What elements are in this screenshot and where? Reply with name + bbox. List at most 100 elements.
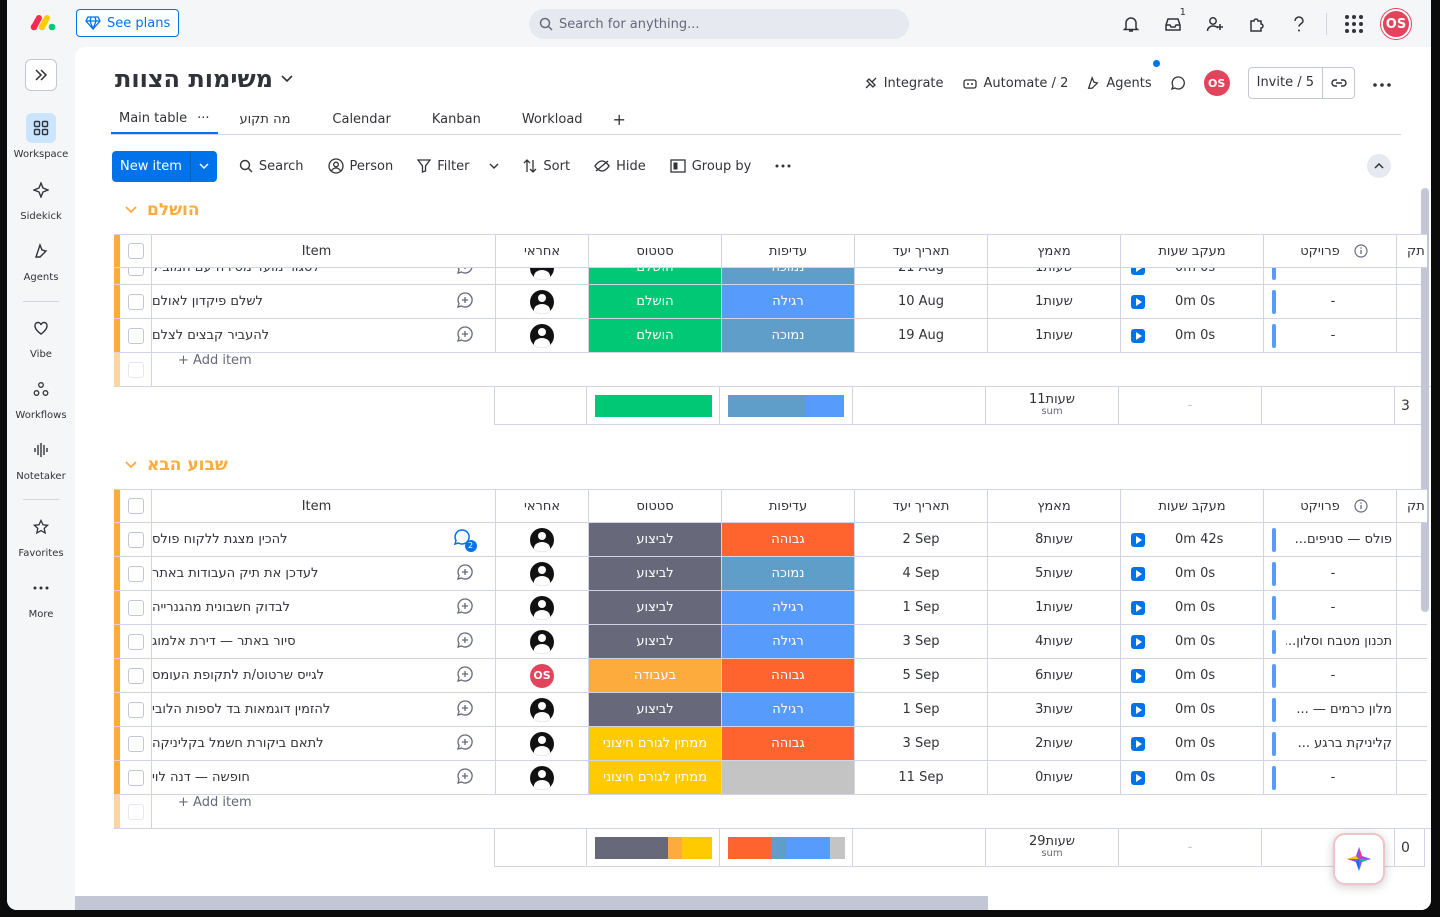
add-item-row[interactable]: + Add item [114,353,1431,387]
invite-button[interactable]: Invite / 5 [1247,67,1355,99]
copy-link-icon[interactable] [1322,68,1354,98]
group-header[interactable]: הושלם [125,200,200,220]
search-button[interactable]: Search [227,150,316,182]
column-header-status[interactable]: סטטוס [589,235,722,267]
item-name[interactable]: לשלם פיקדון לאולם [152,285,434,318]
inbox-icon[interactable]: 1 [1152,7,1194,41]
item-name[interactable]: לבדוק חשבונית מהגנרייה [152,591,434,624]
table-row[interactable]: סיור באתר — דירת אלמוג לביצוע רגילה 3 Sep 4ש… [114,625,1427,659]
select-all-checkbox[interactable] [120,490,152,522]
effort-cell[interactable]: 1שעות [988,285,1121,318]
nav-sidekick[interactable]: Sidekick [7,175,75,222]
owner-person-icon[interactable] [530,527,554,552]
updates-cell[interactable] [434,591,496,624]
nav-workspace[interactable]: Workspace [7,113,75,160]
nav-vibe[interactable]: Vibe [7,313,75,360]
column-header-status[interactable]: סטטוס [589,490,722,522]
item-name[interactable]: סיור באתר — דירת אלמוג [152,625,434,658]
project-cell[interactable]: - [1264,659,1397,692]
play-timer-icon[interactable] [1131,736,1145,751]
due-date-cell[interactable]: 1 Sep [855,693,988,726]
owner-cell[interactable] [496,557,589,590]
time-tracking-cell[interactable]: 0m 0s [1121,659,1264,692]
due-date-cell[interactable]: 4 Sep [855,557,988,590]
status-cell[interactable]: הושלם [589,285,722,318]
priority-cell[interactable]: נמוכה [722,557,855,590]
table-row[interactable]: לתאם ביקורת חשמל בקליניקה ממתין לגורם חיצ… [114,727,1427,761]
row-checkbox[interactable] [120,659,152,692]
priority-distribution-segment[interactable] [727,394,806,417]
play-timer-icon[interactable] [1131,702,1145,717]
project-cell[interactable]: - [1264,761,1397,794]
owner-person-icon[interactable] [530,731,554,756]
column-header-project[interactable]: פרויקט [1264,235,1397,267]
priority-cell[interactable]: גבוהה [722,659,855,692]
effort-cell[interactable]: 8שעות [988,523,1121,556]
table-row[interactable]: להעביר קבצים לצלם הושלם נמוכה 19 Aug 1שעות 0m… [114,319,1427,353]
priority-distribution-bar[interactable] [727,836,845,859]
tab-stuck[interactable]: מה תקוע [218,105,313,134]
expand-sidebar-button[interactable] [25,59,57,91]
status-cell[interactable]: לביצוע [589,591,722,624]
updates-cell[interactable] [434,727,496,760]
owner-cell[interactable] [496,727,589,760]
comments-button[interactable] [1170,75,1186,91]
toolbar-more-icon[interactable] [763,150,803,182]
column-header-project[interactable]: פרויקט [1264,490,1397,522]
person-filter-button[interactable]: Person [316,150,406,182]
group-title[interactable]: שבוע הבא [147,455,228,475]
invite-members-icon[interactable] [1194,7,1236,41]
add-update-chat-icon[interactable] [456,767,474,789]
priority-distribution-segment[interactable] [771,836,786,859]
owner-cell[interactable] [496,761,589,794]
updates-cell[interactable] [434,557,496,590]
time-tracking-cell[interactable]: 0m 0s [1121,557,1264,590]
owner-person-icon[interactable] [530,629,554,654]
status-cell[interactable]: לביצוע [589,557,722,590]
chevron-down-icon[interactable] [125,206,137,214]
priority-cell[interactable] [722,761,855,794]
play-timer-icon[interactable] [1131,328,1145,343]
priority-cell[interactable]: גבוהה [722,523,855,556]
status-cell[interactable]: לביצוע [589,625,722,658]
play-timer-icon[interactable] [1131,532,1145,547]
horizontal-scrollbar[interactable] [75,896,988,910]
priority-cell[interactable]: נמוכה [722,319,855,352]
add-item-input[interactable]: + Add item [152,353,252,386]
tab-main-table[interactable]: Main table ··· [111,105,218,134]
column-header-due-date[interactable]: תאריך יעד [855,235,988,267]
updates-cell[interactable] [434,285,496,318]
priority-distribution-segment[interactable] [829,836,845,859]
board-title[interactable]: משימות הצוות [115,65,293,93]
table-row[interactable]: לשלם פיקדון לאולם הושלם רגילה 10 Aug 1שעות 0m… [114,285,1427,319]
owner-person-icon[interactable] [530,323,554,348]
select-all-checkbox[interactable] [120,235,152,267]
board-avatar[interactable]: OS [1203,70,1230,96]
nav-agents[interactable]: Agents [7,236,75,283]
status-distribution-bar[interactable] [594,836,712,859]
column-header-time-tracking[interactable]: מעקב שעות [1121,235,1264,267]
due-date-cell[interactable]: 2 Sep [855,523,988,556]
effort-cell[interactable]: 6שעות [988,659,1121,692]
add-update-chat-icon[interactable] [456,291,474,313]
project-cell[interactable]: תכנון מטבח וסלון... [1264,625,1397,658]
item-name[interactable]: חופשה — דנה לוי [152,761,434,794]
play-timer-icon[interactable] [1131,600,1145,615]
updates-cell[interactable] [434,693,496,726]
status-cell[interactable]: לביצוע [589,523,722,556]
tab-workload[interactable]: Workload [502,105,603,134]
row-checkbox[interactable] [120,523,152,556]
table-row[interactable]: להכין מצגת ללקוח פולס 2 לביצוע גבוהה 2 Sep 8ש… [114,523,1427,557]
project-cell[interactable]: - [1264,591,1397,624]
collapse-header-button[interactable] [1367,154,1391,178]
time-tracking-cell[interactable]: 0m 42s [1121,523,1264,556]
priority-cell[interactable]: רגילה [722,693,855,726]
add-item-row[interactable]: + Add item [114,795,1431,829]
item-name[interactable]: להעביר קבצים לצלם [152,319,434,352]
item-name[interactable]: להזמין דוגמאות בד לספות הלובי [152,693,434,726]
owner-cell[interactable] [496,591,589,624]
chevron-down-icon[interactable] [489,163,499,169]
effort-cell[interactable]: 4שעות [988,625,1121,658]
global-search-input[interactable]: Search for anything... [529,9,909,39]
filter-button[interactable]: Filter [405,150,511,182]
